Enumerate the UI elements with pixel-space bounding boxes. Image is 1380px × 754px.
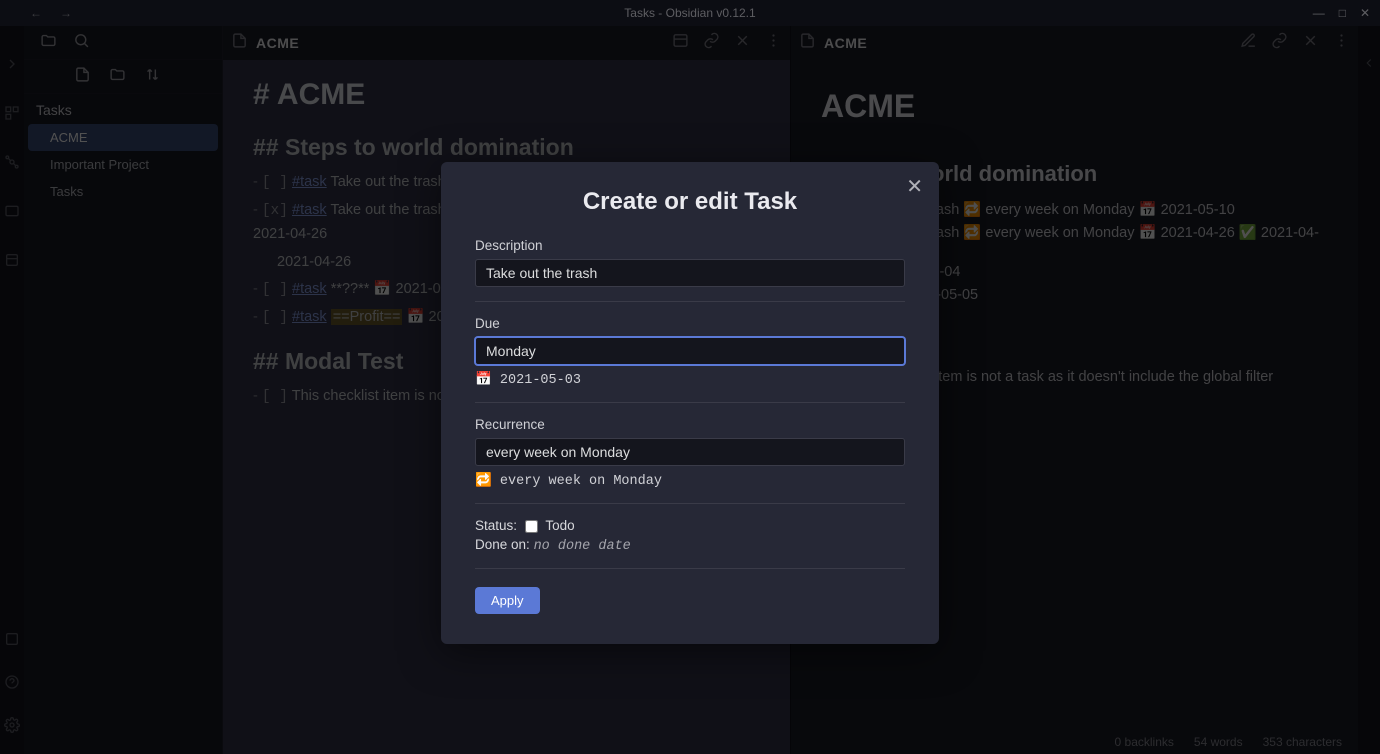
done-value: no done date — [534, 539, 631, 554]
due-input[interactable] — [475, 337, 905, 365]
recurrence-hint: 🔁 every week on Monday — [475, 472, 905, 489]
description-input[interactable] — [475, 259, 905, 287]
modal-title: Create or edit Task — [475, 188, 905, 216]
modal-close-icon[interactable]: ✕ — [906, 174, 923, 199]
modal-overlay[interactable]: ✕ Create or edit Task Description Due 📅 … — [0, 0, 1380, 754]
status-value: Todo — [545, 518, 574, 533]
desc-label: Description — [475, 238, 905, 253]
apply-button[interactable]: Apply — [475, 587, 540, 614]
recurrence-label: Recurrence — [475, 417, 905, 432]
due-hint: 📅 2021-05-03 — [475, 371, 905, 388]
status-label: Status: — [475, 518, 517, 533]
task-modal: ✕ Create or edit Task Description Due 📅 … — [441, 162, 939, 644]
status-checkbox[interactable] — [525, 520, 538, 533]
recurrence-input[interactable] — [475, 438, 905, 466]
due-label: Due — [475, 316, 905, 331]
done-label: Done on: — [475, 537, 530, 552]
